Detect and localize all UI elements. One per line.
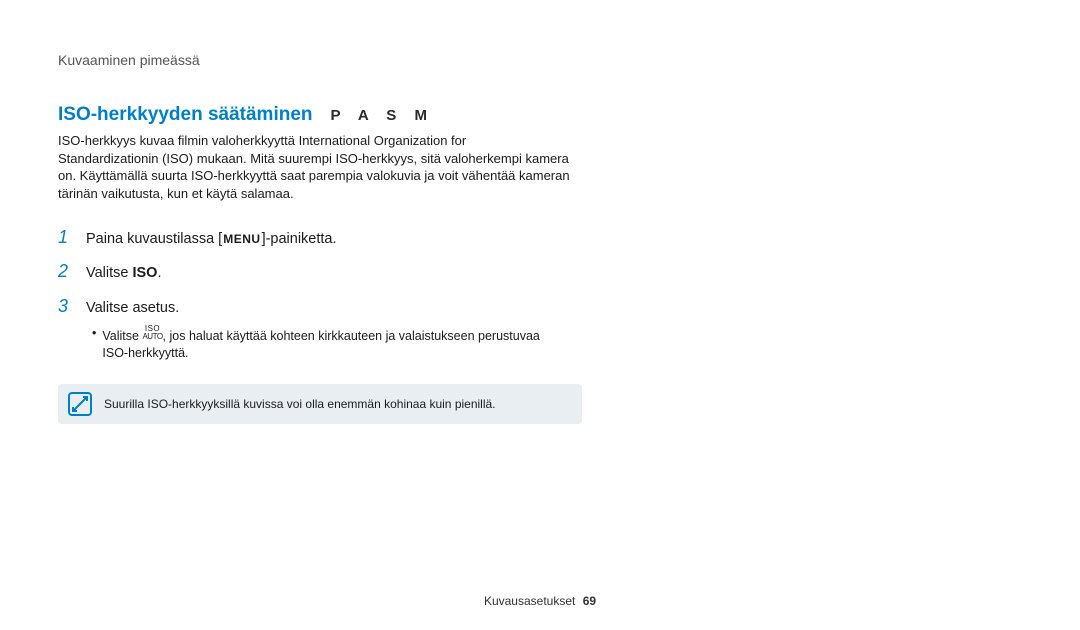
step-item: 1 Paina kuvaustilassa [MENU]-painiketta.	[58, 220, 1022, 254]
bullet-dot: •	[92, 325, 96, 362]
sub-bullet-pre: Valitse	[102, 329, 142, 343]
step-number: 3	[58, 289, 72, 323]
section-heading: ISO-herkkyyden säätäminen	[58, 104, 313, 126]
sub-bullet: • Valitse ISOAUTO, jos haluat käyttää ko…	[92, 325, 560, 362]
intro-paragraph: ISO-herkkyys kuvaa filmin valoherkkyyttä…	[58, 132, 570, 202]
breadcrumb: Kuvaaminen pimeässä	[58, 52, 1022, 68]
note-box: Suurilla ISO-herkkyyksillä kuvissa voi o…	[58, 384, 582, 424]
sub-bullet-text: Valitse ISOAUTO, jos haluat käyttää koht…	[102, 325, 560, 362]
note-icon	[68, 392, 92, 416]
step-text-bold: ISO	[132, 265, 157, 281]
note-text: Suurilla ISO-herkkyyksillä kuvissa voi o…	[104, 397, 496, 411]
step-text-pre: Paina kuvaustilassa [	[86, 231, 222, 247]
step-text-pre: Valitse	[86, 265, 132, 281]
step-text-post: .	[157, 265, 161, 281]
step-number: 1	[58, 220, 72, 254]
step-text: Valitse asetus.	[86, 295, 179, 323]
page-footer: Kuvausasetukset 69	[0, 594, 1080, 608]
step-list: 1 Paina kuvaustilassa [MENU]-painiketta.…	[58, 220, 1022, 361]
footer-page-number: 69	[583, 594, 596, 608]
heading-row: ISO-herkkyyden säätäminen P A S M	[58, 104, 1022, 126]
footer-label: Kuvausasetukset	[484, 594, 575, 608]
mode-indicators: P A S M	[331, 107, 434, 124]
sub-bullet-post: , jos haluat käyttää kohteen kirkkauteen…	[102, 329, 539, 360]
iso-auto-icon: ISOAUTO	[142, 325, 162, 341]
step-text-pre: Valitse asetus.	[86, 300, 179, 316]
step-text-post: ]-painiketta.	[262, 231, 337, 247]
iso-icon-bot: AUTO	[142, 332, 162, 341]
step-number: 2	[58, 254, 72, 288]
menu-icon: MENU	[222, 232, 261, 246]
step-text: Paina kuvaustilassa [MENU]-painiketta.	[86, 226, 337, 254]
step-text: Valitse ISO.	[86, 260, 162, 288]
step-item: 2 Valitse ISO.	[58, 254, 1022, 288]
step-item: 3 Valitse asetus.	[58, 289, 1022, 323]
